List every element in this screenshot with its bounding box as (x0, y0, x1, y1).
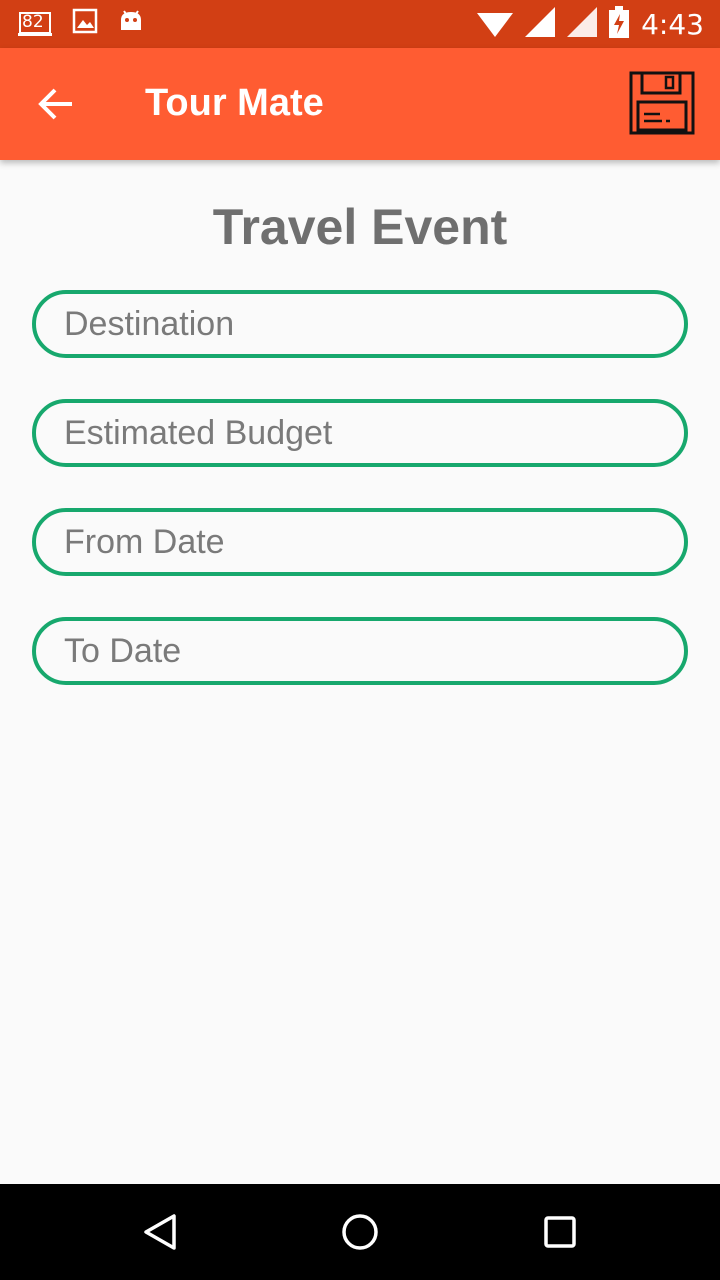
navigation-bar (0, 1184, 720, 1280)
estimated-budget-input[interactable] (32, 399, 688, 467)
nav-home-button[interactable] (336, 1208, 384, 1256)
to-date-input[interactable] (32, 617, 688, 685)
nav-back-button[interactable] (136, 1208, 184, 1256)
wifi-icon (477, 7, 514, 42)
signal-icon (567, 7, 598, 42)
signal-icon (525, 7, 556, 42)
app-bar: Tour Mate (0, 48, 720, 160)
back-button[interactable] (30, 78, 82, 130)
back-triangle-icon (144, 1214, 176, 1250)
from-date-input[interactable] (32, 508, 688, 576)
recents-square-icon (544, 1216, 576, 1248)
home-circle-icon (342, 1214, 378, 1250)
image-icon (72, 8, 98, 39)
form-heading: Travel Event (212, 199, 508, 255)
destination-input[interactable] (32, 290, 688, 358)
save-button[interactable] (628, 70, 700, 138)
status-time: 4:43 (641, 8, 704, 41)
arrow-back-icon (38, 88, 72, 120)
status-right-icons: 4:43 (477, 6, 704, 43)
floppy-disk-icon (629, 71, 695, 135)
app-title: Tour Mate (145, 82, 324, 124)
nav-recents-button[interactable] (536, 1208, 584, 1256)
notification-badge-count: 82 (22, 11, 44, 32)
notification-badge-icon: 82 (18, 11, 52, 37)
battery-charging-icon (609, 6, 630, 43)
status-left-icons: 82 (18, 8, 144, 39)
status-bar: 82 4:43 (0, 0, 720, 48)
android-icon (118, 8, 144, 39)
